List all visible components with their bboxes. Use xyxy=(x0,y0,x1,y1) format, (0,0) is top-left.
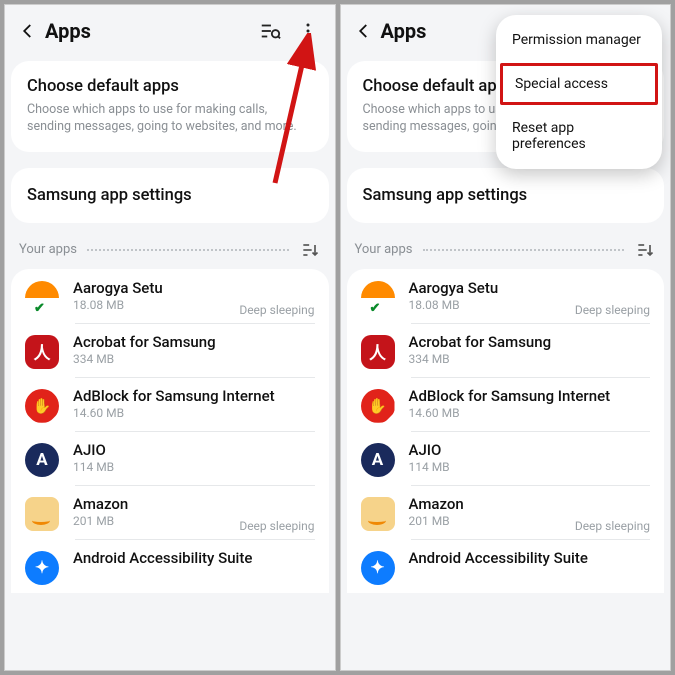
app-meta: AJIO114 MB xyxy=(73,441,315,474)
app-icon: ✦ xyxy=(361,551,395,585)
app-icon: ✋ xyxy=(25,389,59,423)
your-apps-header: Your apps xyxy=(341,239,671,269)
app-size: 114 MB xyxy=(409,460,651,474)
app-icon: ✦ xyxy=(25,551,59,585)
divider-dots xyxy=(87,249,289,251)
app-name: AdBlock for Samsung Internet xyxy=(409,387,651,405)
default-apps-card[interactable]: Choose default apps Choose which apps to… xyxy=(11,61,329,152)
apps-list: Aarogya Setu18.08 MBDeep sleeping 人 Acroba… xyxy=(11,269,329,593)
app-name: AJIO xyxy=(409,441,651,459)
app-row[interactable]: A AJIO114 MB xyxy=(11,431,329,485)
app-name: Aarogya Setu xyxy=(409,279,651,297)
app-status: Deep sleeping xyxy=(575,303,650,317)
app-row[interactable]: ✋ AdBlock for Samsung Internet14.60 MB xyxy=(347,377,665,431)
app-icon: 人 xyxy=(25,335,59,369)
search-icon[interactable] xyxy=(259,20,281,42)
app-status: Deep sleeping xyxy=(575,519,650,533)
app-meta: Acrobat for Samsung334 MB xyxy=(73,333,315,366)
menu-reset-preferences[interactable]: Reset app preferences xyxy=(496,107,662,165)
app-row[interactable]: ✦ Android Accessibility Suite xyxy=(347,539,665,593)
default-apps-title: Choose default apps xyxy=(27,77,313,96)
menu-permission-manager[interactable]: Permission manager xyxy=(496,19,662,61)
apps-list: Aarogya Setu18.08 MBDeep sleeping 人 Acroba… xyxy=(347,269,665,593)
app-meta: Acrobat for Samsung334 MB xyxy=(409,333,651,366)
app-name: Aarogya Setu xyxy=(73,279,315,297)
default-apps-desc: Choose which apps to use for making call… xyxy=(27,102,313,136)
phone-screen-left: Apps Choose default apps Choose which ap… xyxy=(4,4,336,671)
back-button[interactable] xyxy=(17,20,39,42)
app-meta: AJIO114 MB xyxy=(409,441,651,474)
app-name: AJIO xyxy=(73,441,315,459)
samsung-settings-card[interactable]: Samsung app settings xyxy=(11,168,329,223)
app-status: Deep sleeping xyxy=(239,519,314,533)
sort-icon[interactable] xyxy=(299,239,321,261)
app-icon xyxy=(25,497,59,531)
back-button[interactable] xyxy=(353,20,375,42)
page-title: Apps xyxy=(45,19,259,43)
app-icon: ✋ xyxy=(361,389,395,423)
sort-icon[interactable] xyxy=(634,239,656,261)
app-icon xyxy=(25,281,59,315)
app-meta: Android Accessibility Suite xyxy=(73,549,315,568)
header-bar: Apps xyxy=(5,5,335,61)
app-row[interactable]: Amazon201 MBDeep sleeping xyxy=(11,485,329,539)
app-icon: A xyxy=(25,443,59,477)
app-row[interactable]: Amazon201 MBDeep sleeping xyxy=(347,485,665,539)
samsung-settings-card[interactable]: Samsung app settings xyxy=(347,168,665,223)
app-meta: Android Accessibility Suite xyxy=(409,549,651,568)
app-icon xyxy=(361,497,395,531)
app-size: 114 MB xyxy=(73,460,315,474)
app-name: Android Accessibility Suite xyxy=(409,549,651,567)
app-meta: AdBlock for Samsung Internet14.60 MB xyxy=(73,387,315,420)
app-row[interactable]: ✋ AdBlock for Samsung Internet14.60 MB xyxy=(11,377,329,431)
app-icon: 人 xyxy=(361,335,395,369)
app-name: Amazon xyxy=(73,495,315,513)
divider-dots xyxy=(423,249,625,251)
app-name: Android Accessibility Suite xyxy=(73,549,315,567)
your-apps-label: Your apps xyxy=(355,242,413,257)
app-row[interactable]: 人 Acrobat for Samsung334 MB xyxy=(11,323,329,377)
app-row[interactable]: 人 Acrobat for Samsung334 MB xyxy=(347,323,665,377)
phone-screen-right: Apps Choose default apps Choose which ap… xyxy=(340,4,672,671)
menu-special-access[interactable]: Special access xyxy=(500,63,658,105)
overflow-menu: Permission manager Special access Reset … xyxy=(496,15,662,169)
app-meta: AdBlock for Samsung Internet14.60 MB xyxy=(409,387,651,420)
app-status: Deep sleeping xyxy=(239,303,314,317)
samsung-settings-title: Samsung app settings xyxy=(27,186,313,205)
app-name: Acrobat for Samsung xyxy=(73,333,315,351)
more-options-icon[interactable] xyxy=(297,20,319,42)
your-apps-header: Your apps xyxy=(5,239,335,269)
app-icon: A xyxy=(361,443,395,477)
app-icon xyxy=(361,281,395,315)
your-apps-label: Your apps xyxy=(19,242,77,257)
app-row[interactable]: Aarogya Setu18.08 MBDeep sleeping xyxy=(11,269,329,323)
app-row[interactable]: ✦ Android Accessibility Suite xyxy=(11,539,329,593)
app-size: 14.60 MB xyxy=(409,406,651,420)
app-row[interactable]: Aarogya Setu18.08 MBDeep sleeping xyxy=(347,269,665,323)
app-name: Amazon xyxy=(409,495,651,513)
app-name: AdBlock for Samsung Internet xyxy=(73,387,315,405)
app-size: 334 MB xyxy=(73,352,315,366)
samsung-settings-title: Samsung app settings xyxy=(363,186,649,205)
app-name: Acrobat for Samsung xyxy=(409,333,651,351)
app-row[interactable]: A AJIO114 MB xyxy=(347,431,665,485)
app-size: 14.60 MB xyxy=(73,406,315,420)
app-size: 334 MB xyxy=(409,352,651,366)
